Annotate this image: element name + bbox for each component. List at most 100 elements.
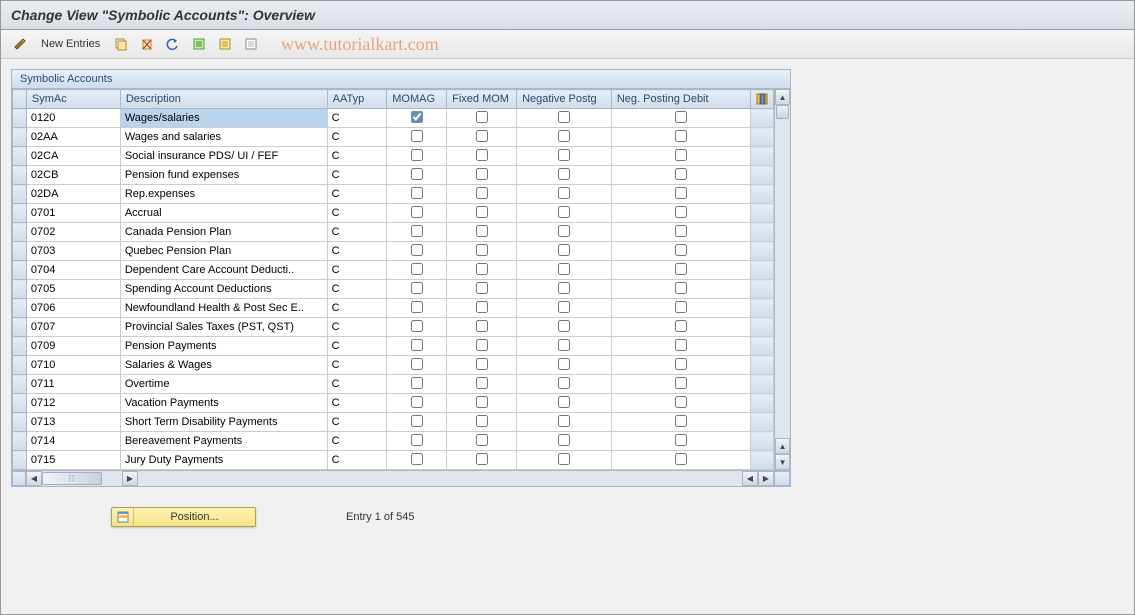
description-input[interactable]	[121, 451, 327, 469]
description-input[interactable]	[121, 432, 327, 450]
table-row[interactable]	[13, 299, 774, 318]
table-config-icon[interactable]	[751, 90, 774, 109]
negative-postg-checkbox[interactable]	[558, 244, 570, 256]
momag-checkbox[interactable]	[411, 168, 423, 180]
scroll-down-icon[interactable]: ▲	[775, 438, 790, 454]
momag-checkbox[interactable]	[411, 225, 423, 237]
momag-checkbox[interactable]	[411, 244, 423, 256]
table-row[interactable]	[13, 337, 774, 356]
aatyp-input[interactable]	[328, 356, 387, 374]
aatyp-input[interactable]	[328, 261, 387, 279]
fixed-mom-checkbox[interactable]	[476, 396, 488, 408]
table-row[interactable]	[13, 356, 774, 375]
symac-input[interactable]	[27, 261, 120, 279]
momag-checkbox[interactable]	[411, 453, 423, 465]
scroll-left-icon[interactable]: ◀	[26, 471, 42, 486]
neg-posting-debit-checkbox[interactable]	[675, 244, 687, 256]
table-row[interactable]	[13, 451, 774, 470]
symac-input[interactable]	[27, 318, 120, 336]
col-fixed-mom[interactable]: Fixed MOM	[447, 90, 517, 109]
momag-checkbox[interactable]	[411, 339, 423, 351]
col-neg-posting-debit[interactable]: Neg. Posting Debit	[611, 90, 750, 109]
symac-input[interactable]	[27, 128, 120, 146]
row-selector[interactable]	[13, 432, 27, 451]
table-row[interactable]	[13, 128, 774, 147]
row-selector[interactable]	[13, 356, 27, 375]
row-selector[interactable]	[13, 394, 27, 413]
row-selector[interactable]	[13, 109, 27, 128]
row-selector[interactable]	[13, 261, 27, 280]
symbolic-accounts-table[interactable]: SymAc Description AATyp MOMAG Fixed MOM …	[12, 89, 774, 470]
description-input[interactable]	[121, 375, 327, 393]
fixed-mom-checkbox[interactable]	[476, 168, 488, 180]
neg-posting-debit-checkbox[interactable]	[675, 168, 687, 180]
negative-postg-checkbox[interactable]	[558, 377, 570, 389]
aatyp-input[interactable]	[328, 451, 387, 469]
aatyp-input[interactable]	[328, 166, 387, 184]
symac-input[interactable]	[27, 451, 120, 469]
momag-checkbox[interactable]	[411, 377, 423, 389]
momag-checkbox[interactable]	[411, 263, 423, 275]
aatyp-input[interactable]	[328, 394, 387, 412]
row-selector[interactable]	[13, 318, 27, 337]
aatyp-input[interactable]	[328, 337, 387, 355]
table-row[interactable]	[13, 185, 774, 204]
aatyp-input[interactable]	[328, 128, 387, 146]
symac-input[interactable]	[27, 204, 120, 222]
symac-input[interactable]	[27, 413, 120, 431]
neg-posting-debit-checkbox[interactable]	[675, 377, 687, 389]
scroll-thumb[interactable]	[776, 105, 789, 119]
aatyp-input[interactable]	[328, 204, 387, 222]
description-input[interactable]	[121, 413, 327, 431]
row-selector[interactable]	[13, 413, 27, 432]
table-row[interactable]	[13, 223, 774, 242]
description-input[interactable]	[121, 109, 327, 127]
symac-input[interactable]	[27, 375, 120, 393]
symac-input[interactable]	[27, 337, 120, 355]
description-input[interactable]	[121, 337, 327, 355]
table-row[interactable]	[13, 375, 774, 394]
col-description[interactable]: Description	[120, 90, 327, 109]
select-all-icon[interactable]	[188, 34, 210, 54]
description-input[interactable]	[121, 242, 327, 260]
description-input[interactable]	[121, 280, 327, 298]
fixed-mom-checkbox[interactable]	[476, 111, 488, 123]
fixed-mom-checkbox[interactable]	[476, 225, 488, 237]
neg-posting-debit-checkbox[interactable]	[675, 111, 687, 123]
symac-input[interactable]	[27, 356, 120, 374]
neg-posting-debit-checkbox[interactable]	[675, 415, 687, 427]
symac-input[interactable]	[27, 299, 120, 317]
delete-icon[interactable]	[136, 34, 158, 54]
negative-postg-checkbox[interactable]	[558, 320, 570, 332]
row-selector[interactable]	[13, 451, 27, 470]
fixed-mom-checkbox[interactable]	[476, 244, 488, 256]
negative-postg-checkbox[interactable]	[558, 263, 570, 275]
neg-posting-debit-checkbox[interactable]	[675, 149, 687, 161]
neg-posting-debit-checkbox[interactable]	[675, 187, 687, 199]
momag-checkbox[interactable]	[411, 206, 423, 218]
neg-posting-debit-checkbox[interactable]	[675, 130, 687, 142]
row-selector[interactable]	[13, 242, 27, 261]
negative-postg-checkbox[interactable]	[558, 149, 570, 161]
table-row[interactable]	[13, 147, 774, 166]
negative-postg-checkbox[interactable]	[558, 130, 570, 142]
momag-checkbox[interactable]	[411, 320, 423, 332]
neg-posting-debit-checkbox[interactable]	[675, 282, 687, 294]
scroll-up-icon[interactable]: ▲	[775, 89, 790, 105]
momag-checkbox[interactable]	[411, 358, 423, 370]
symac-input[interactable]	[27, 242, 120, 260]
row-selector[interactable]	[13, 223, 27, 242]
neg-posting-debit-checkbox[interactable]	[675, 225, 687, 237]
description-input[interactable]	[121, 394, 327, 412]
fixed-mom-checkbox[interactable]	[476, 282, 488, 294]
symac-input[interactable]	[27, 280, 120, 298]
table-row[interactable]	[13, 242, 774, 261]
row-selector[interactable]	[13, 375, 27, 394]
position-button[interactable]: Position...	[111, 507, 256, 527]
description-input[interactable]	[121, 204, 327, 222]
negative-postg-checkbox[interactable]	[558, 301, 570, 313]
col-negative-postg[interactable]: Negative Postg	[517, 90, 612, 109]
negative-postg-checkbox[interactable]	[558, 453, 570, 465]
scroll-right-icon[interactable]: ▶	[122, 471, 138, 486]
symac-input[interactable]	[27, 432, 120, 450]
